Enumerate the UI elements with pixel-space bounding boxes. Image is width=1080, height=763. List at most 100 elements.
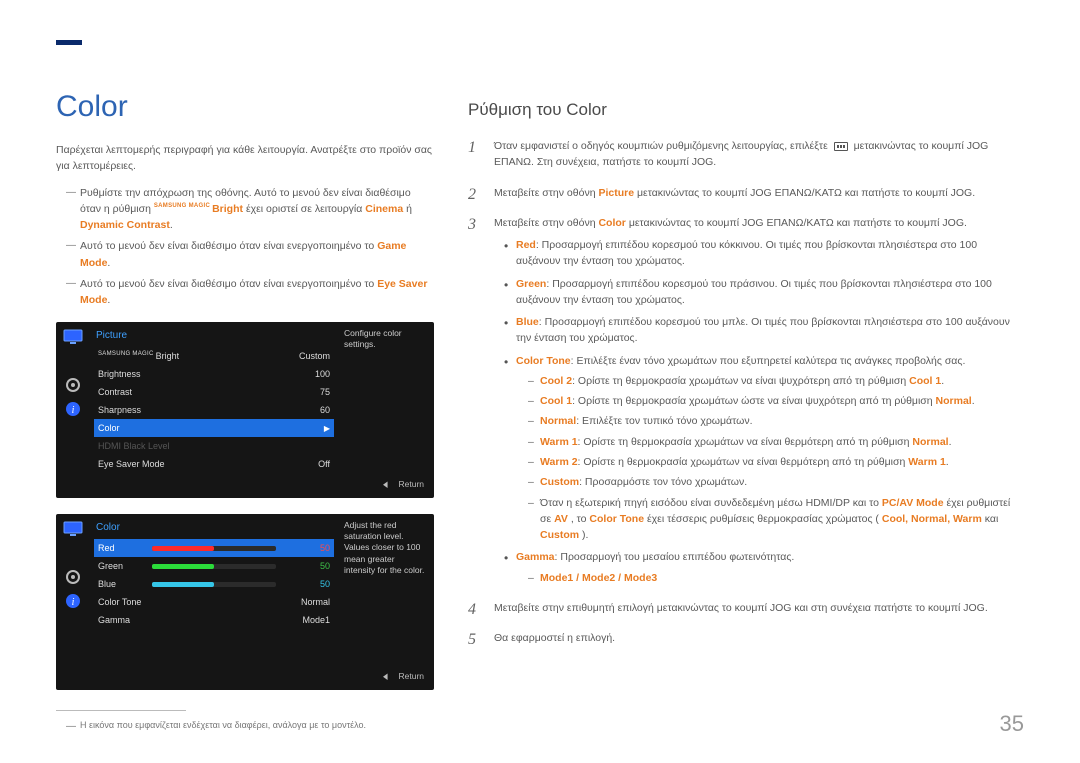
- chevron-right-icon: ▶: [284, 424, 330, 433]
- em: Green: [516, 278, 546, 290]
- note-text: Αυτό το μενού δεν είναι διαθέσιμο όταν ε…: [80, 240, 377, 252]
- osd-title: Picture: [94, 328, 334, 347]
- footnote-list: Η εικόνα που εμφανίζεται ενδέχεται να δι…: [56, 719, 434, 733]
- bullet-red: Red: Προσαρμογή επιπέδου κορεσμού του κό…: [504, 237, 1024, 270]
- gamma-sublist: Mode1 / Mode2 / Mode3: [516, 570, 1024, 586]
- osd-center: Color Red 50 Green 50 Blue: [90, 514, 338, 667]
- txt: ).: [582, 529, 588, 541]
- osd-value: 50: [284, 543, 330, 553]
- osd-label: Blue: [98, 579, 144, 589]
- osd-label: HDMI Black Level: [98, 441, 284, 451]
- osd-row-blue[interactable]: Blue 50: [94, 575, 334, 593]
- osd-row-red-selected[interactable]: Red 50: [94, 539, 334, 557]
- note-text: .: [170, 219, 173, 231]
- step-1: Όταν εμφανιστεί ο οδηγός κουμπιών ρυθμιζ…: [468, 138, 1024, 171]
- step-text: Όταν εμφανιστεί ο οδηγός κουμπιών ρυθμιζ…: [494, 140, 831, 152]
- txt: Όταν η εξωτερική πηγή εισόδου είναι συνδ…: [540, 497, 882, 509]
- txt: : Προσαρμογή επιπέδου κορεσμού του μπλε.…: [516, 316, 1010, 344]
- bullet-colortone: Color Tone: Επιλέξτε έναν τόνο χρωμάτων …: [504, 353, 1024, 544]
- em: Red: [516, 239, 536, 251]
- txt: : Προσαρμογή του μεσαίου επιπέδου φωτειν…: [555, 551, 795, 563]
- monitor-icon: [62, 520, 84, 538]
- page: Color Παρέχεται λεπτομερής περιγραφή για…: [0, 0, 1080, 763]
- osd-center: Picture SAMSUNG MAGICBright Custom Brigh…: [90, 322, 338, 475]
- step-text: μετακινώντας το κουμπί JOG ΕΠΑΝΩ/ΚΑΤΩ κα…: [629, 217, 967, 229]
- osd-value: Custom: [284, 351, 330, 361]
- osd-sidebar-icons: i: [56, 514, 90, 667]
- em: Normal: [540, 415, 576, 427]
- slider-blue[interactable]: [152, 582, 276, 587]
- note-item: Αυτό το μενού δεν είναι διαθέσιμο όταν ε…: [66, 238, 434, 271]
- bullet-blue: Blue: Προσαρμογή επιπέδου κορεσμού του μ…: [504, 314, 1024, 347]
- osd-row-eyesaver[interactable]: Eye Saver Mode Off: [94, 455, 334, 473]
- osd-label: Sharpness: [98, 405, 284, 415]
- note-item: Αυτό το μενού δεν είναι διαθέσιμο όταν ε…: [66, 276, 434, 309]
- osd-row-contrast[interactable]: Contrast 75: [94, 383, 334, 401]
- gear-icon: [62, 376, 84, 394]
- cinema-em: Cinema: [365, 203, 403, 215]
- osd-value: Off: [284, 459, 330, 469]
- colortone-sublist: Cool 2: Ορίστε τη θερμοκρασία χρωμάτων ν…: [516, 373, 1024, 543]
- osd-row-colortone[interactable]: Color Tone Normal: [94, 593, 334, 611]
- svg-text:i: i: [72, 405, 75, 416]
- osd-return-label: Return: [398, 479, 424, 489]
- section-title: Color: [56, 90, 434, 124]
- sub-normal: Normal: Επιλέξτε τον τυπικό τόνο χρωμάτω…: [528, 413, 1024, 429]
- osd-hint: Configure color settings.: [338, 322, 434, 475]
- step-2: Μεταβείτε στην οθόνη Picture μετακινώντα…: [468, 185, 1024, 201]
- osd-value: 50: [284, 579, 330, 589]
- monitor-icon: [62, 328, 84, 346]
- txt: : Προσαρμογή επιπέδου κορεσμού του πράσι…: [516, 278, 992, 306]
- bullet-gamma: Gamma: Προσαρμογή του μεσαίου επιπέδου φ…: [504, 549, 1024, 586]
- em: Color Tone: [516, 355, 571, 367]
- osd-row-gamma[interactable]: Gamma Mode1: [94, 611, 334, 629]
- em: Custom: [540, 529, 579, 541]
- intro-paragraph: Παρέχεται λεπτομερής περιγραφή για κάθε …: [56, 142, 434, 175]
- osd-panel-color: i Color Red 50 Green 50: [56, 514, 434, 690]
- subsection-heading: Ρύθμιση του Color: [468, 100, 1024, 120]
- color-em: Color: [598, 217, 625, 229]
- osd-row-magicbright[interactable]: SAMSUNG MAGICBright Custom: [94, 347, 334, 365]
- dynamic-contrast-em: Dynamic Contrast: [80, 219, 170, 231]
- slider-green[interactable]: [152, 564, 276, 569]
- osd-value: 50: [284, 561, 330, 571]
- note-text: .: [107, 294, 110, 306]
- osd-label: Red: [98, 543, 144, 553]
- osd-return[interactable]: ◀ Return: [56, 475, 434, 492]
- osd-value: 60: [284, 405, 330, 415]
- txt: και: [985, 513, 999, 525]
- info-icon: i: [62, 592, 84, 610]
- right-column: Ρύθμιση του Color Όταν εμφανιστεί ο οδηγ…: [468, 70, 1024, 738]
- osd-value: Mode1: [284, 615, 330, 625]
- gear-icon: [62, 568, 84, 586]
- osd-value: 100: [284, 369, 330, 379]
- txt: : Προσαρμογή επιπέδου κορεσμού του κόκκι…: [516, 239, 977, 267]
- step-text: Μεταβείτε στην οθόνη: [494, 187, 598, 199]
- em: Normal: [912, 436, 948, 448]
- spacer-icon: [62, 544, 84, 562]
- footnote: Η εικόνα που εμφανίζεται ενδέχεται να δι…: [66, 719, 434, 733]
- osd-label: Gamma: [98, 615, 284, 625]
- em: Warm 1: [540, 436, 578, 448]
- step-5: Θα εφαρμοστεί η επιλογή.: [468, 630, 1024, 646]
- osd-row-brightness[interactable]: Brightness 100: [94, 365, 334, 383]
- em: Warm 1: [908, 456, 946, 468]
- osd-return[interactable]: ◀Return: [56, 667, 434, 684]
- slider-red[interactable]: [152, 546, 276, 551]
- em: Cool 2: [540, 375, 572, 387]
- txt: : Ορίστε η θερμοκρασία χρωμάτων να είναι…: [578, 456, 909, 468]
- osd-row-sharpness[interactable]: Sharpness 60: [94, 401, 334, 419]
- osd-row-green[interactable]: Green 50: [94, 557, 334, 575]
- osd-value: 75: [284, 387, 330, 397]
- txt: : Προσαρμόστε τον τόνο χρωμάτων.: [579, 476, 747, 488]
- steps-list: Όταν εμφανιστεί ο οδηγός κουμπιών ρυθμιζ…: [468, 138, 1024, 646]
- step-4: Μεταβείτε στην επιθυμητή επιλογή μετακιν…: [468, 600, 1024, 616]
- em: Custom: [540, 476, 579, 488]
- osd-label: Green: [98, 561, 144, 571]
- osd-row-color-selected[interactable]: Color ▶: [94, 419, 334, 437]
- osd-title: Color: [94, 520, 334, 539]
- note-text: ή: [406, 203, 412, 215]
- em: Gamma: [516, 551, 555, 563]
- chevron-left-icon: ◀: [383, 479, 388, 490]
- osd-sidebar-icons: i: [56, 322, 90, 475]
